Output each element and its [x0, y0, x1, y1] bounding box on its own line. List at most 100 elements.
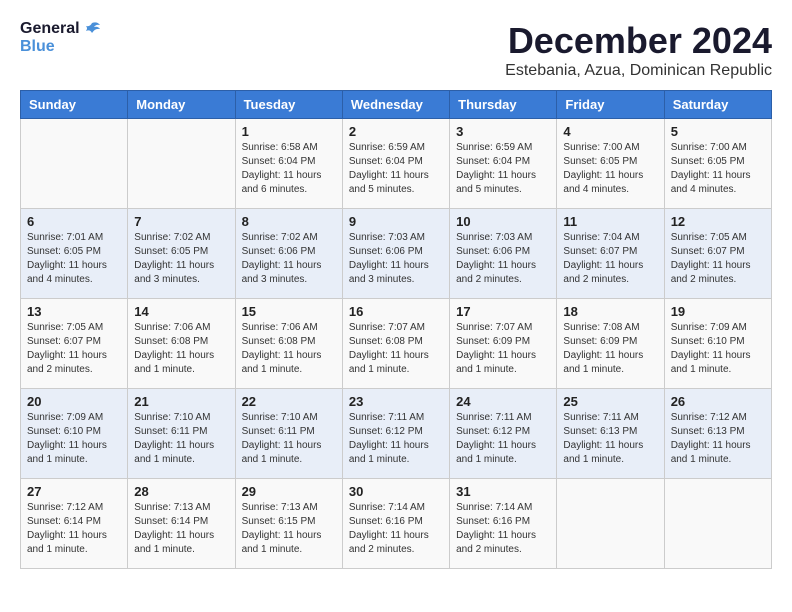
day-number: 12	[671, 214, 765, 229]
day-info: Sunrise: 7:14 AMSunset: 6:16 PMDaylight:…	[456, 501, 550, 557]
table-row: 14 Sunrise: 7:06 AMSunset: 6:08 PMDayligh…	[128, 299, 235, 389]
day-number: 30	[349, 484, 443, 499]
table-row: 17 Sunrise: 7:07 AMSunset: 6:09 PMDayligh…	[450, 299, 557, 389]
table-row: 8 Sunrise: 7:02 AMSunset: 6:06 PMDaylight…	[235, 209, 342, 299]
day-info: Sunrise: 7:10 AMSunset: 6:11 PMDaylight:…	[134, 411, 228, 467]
day-number: 24	[456, 394, 550, 409]
day-info: Sunrise: 7:01 AMSunset: 6:05 PMDaylight:…	[27, 231, 121, 287]
day-info: Sunrise: 7:03 AMSunset: 6:06 PMDaylight:…	[349, 231, 443, 287]
day-info: Sunrise: 7:00 AMSunset: 6:05 PMDaylight:…	[563, 141, 657, 197]
table-row: 5Sunrise: 7:00 AMSunset: 6:05 PMDaylight…	[664, 119, 771, 209]
day-number: 20	[27, 394, 121, 409]
day-info: Sunrise: 7:06 AMSunset: 6:08 PMDaylight:…	[242, 321, 336, 377]
day-info: Sunrise: 7:10 AMSunset: 6:11 PMDaylight:…	[242, 411, 336, 467]
day-info: Sunrise: 6:59 AMSunset: 6:04 PMDaylight:…	[349, 141, 443, 197]
day-number: 1	[242, 124, 336, 139]
day-info: Sunrise: 7:11 AMSunset: 6:12 PMDaylight:…	[456, 411, 550, 467]
table-row: 18Sunrise: 7:08 AMSunset: 6:09 PMDayligh…	[557, 299, 664, 389]
table-row: 7Sunrise: 7:02 AMSunset: 6:05 PMDaylight…	[128, 209, 235, 299]
table-row	[557, 479, 664, 569]
table-row: 31 Sunrise: 7:14 AMSunset: 6:16 PMDayligh…	[450, 479, 557, 569]
day-info: Sunrise: 7:12 AMSunset: 6:14 PMDaylight:…	[27, 501, 121, 557]
table-row: 27 Sunrise: 7:12 AMSunset: 6:14 PMDayligh…	[21, 479, 128, 569]
day-number: 9	[349, 214, 443, 229]
day-number: 13	[27, 304, 121, 319]
header: General Blue December 2024 Estebania, Az…	[20, 20, 772, 80]
table-row	[128, 119, 235, 209]
col-thursday: Thursday	[450, 91, 557, 119]
day-number: 5	[671, 124, 765, 139]
day-number: 2	[349, 124, 443, 139]
col-monday: Monday	[128, 91, 235, 119]
month-title: December 2024	[505, 20, 772, 62]
day-info: Sunrise: 7:13 AMSunset: 6:15 PMDaylight:…	[242, 501, 336, 557]
day-info: Sunrise: 7:13 AMSunset: 6:14 PMDaylight:…	[134, 501, 228, 557]
table-row: 12 Sunrise: 7:05 AMSunset: 6:07 PMDayligh…	[664, 209, 771, 299]
day-info: Sunrise: 7:05 AMSunset: 6:07 PMDaylight:…	[27, 321, 121, 377]
col-tuesday: Tuesday	[235, 91, 342, 119]
table-row: 20 Sunrise: 7:09 AMSunset: 6:10 PMDayligh…	[21, 389, 128, 479]
table-row	[21, 119, 128, 209]
table-row: 3 Sunrise: 6:59 AMSunset: 6:04 PMDaylight…	[450, 119, 557, 209]
logo-text-general: General	[20, 20, 80, 38]
subtitle: Estebania, Azua, Dominican Republic	[505, 62, 772, 80]
calendar-body: 1 Sunrise: 6:58 AMSunset: 6:04 PMDaylight…	[21, 119, 772, 569]
logo-container: General Blue	[20, 20, 102, 55]
day-number: 6	[27, 214, 121, 229]
day-number: 25	[563, 394, 657, 409]
day-number: 16	[349, 304, 443, 319]
col-wednesday: Wednesday	[342, 91, 449, 119]
table-row: 25 Sunrise: 7:11 AMSunset: 6:13 PMDayligh…	[557, 389, 664, 479]
day-number: 3	[456, 124, 550, 139]
day-number: 17	[456, 304, 550, 319]
logo-text-blue: Blue	[20, 38, 55, 56]
day-number: 8	[242, 214, 336, 229]
day-info: Sunrise: 6:59 AMSunset: 6:04 PMDaylight:…	[456, 141, 550, 197]
col-saturday: Saturday	[664, 91, 771, 119]
table-row: 15 Sunrise: 7:06 AMSunset: 6:08 PMDayligh…	[235, 299, 342, 389]
day-number: 31	[456, 484, 550, 499]
day-info: Sunrise: 7:02 AMSunset: 6:06 PMDaylight:…	[242, 231, 336, 287]
day-info: Sunrise: 7:05 AMSunset: 6:07 PMDaylight:…	[671, 231, 765, 287]
day-number: 14	[134, 304, 228, 319]
title-area: December 2024 Estebania, Azua, Dominican…	[505, 20, 772, 80]
day-number: 7	[134, 214, 228, 229]
table-row: 28 Sunrise: 7:13 AMSunset: 6:14 PMDayligh…	[128, 479, 235, 569]
logo-bird-icon	[82, 21, 102, 37]
day-number: 4	[563, 124, 657, 139]
day-info: Sunrise: 7:14 AMSunset: 6:16 PMDaylight:…	[349, 501, 443, 557]
table-row: 13 Sunrise: 7:05 AMSunset: 6:07 PMDayligh…	[21, 299, 128, 389]
day-number: 29	[242, 484, 336, 499]
table-row: 26Sunrise: 7:12 AMSunset: 6:13 PMDayligh…	[664, 389, 771, 479]
day-info: Sunrise: 7:04 AMSunset: 6:07 PMDaylight:…	[563, 231, 657, 287]
day-number: 18	[563, 304, 657, 319]
day-number: 15	[242, 304, 336, 319]
day-info: Sunrise: 7:11 AMSunset: 6:13 PMDaylight:…	[563, 411, 657, 467]
table-row: 9 Sunrise: 7:03 AMSunset: 6:06 PMDaylight…	[342, 209, 449, 299]
day-number: 28	[134, 484, 228, 499]
table-row: 21Sunrise: 7:10 AMSunset: 6:11 PMDayligh…	[128, 389, 235, 479]
table-row: 22Sunrise: 7:10 AMSunset: 6:11 PMDayligh…	[235, 389, 342, 479]
table-row: 11Sunrise: 7:04 AMSunset: 6:07 PMDayligh…	[557, 209, 664, 299]
day-info: Sunrise: 7:06 AMSunset: 6:08 PMDaylight:…	[134, 321, 228, 377]
day-number: 27	[27, 484, 121, 499]
table-row: 2 Sunrise: 6:59 AMSunset: 6:04 PMDaylight…	[342, 119, 449, 209]
day-info: Sunrise: 6:58 AMSunset: 6:04 PMDaylight:…	[242, 141, 336, 197]
calendar-table: Sunday Monday Tuesday Wednesday Thursday…	[20, 90, 772, 569]
header-row: Sunday Monday Tuesday Wednesday Thursday…	[21, 91, 772, 119]
day-info: Sunrise: 7:09 AMSunset: 6:10 PMDaylight:…	[27, 411, 121, 467]
table-row: 19Sunrise: 7:09 AMSunset: 6:10 PMDayligh…	[664, 299, 771, 389]
table-row: 29 Sunrise: 7:13 AMSunset: 6:15 PMDayligh…	[235, 479, 342, 569]
table-row	[664, 479, 771, 569]
day-number: 19	[671, 304, 765, 319]
day-info: Sunrise: 7:07 AMSunset: 6:08 PMDaylight:…	[349, 321, 443, 377]
calendar-week-2: 6 Sunrise: 7:01 AMSunset: 6:05 PMDaylight…	[21, 209, 772, 299]
table-row: 30 Sunrise: 7:14 AMSunset: 6:16 PMDayligh…	[342, 479, 449, 569]
table-row: 4 Sunrise: 7:00 AMSunset: 6:05 PMDaylight…	[557, 119, 664, 209]
day-info: Sunrise: 7:07 AMSunset: 6:09 PMDaylight:…	[456, 321, 550, 377]
table-row: 23Sunrise: 7:11 AMSunset: 6:12 PMDayligh…	[342, 389, 449, 479]
table-row: 1 Sunrise: 6:58 AMSunset: 6:04 PMDaylight…	[235, 119, 342, 209]
day-number: 26	[671, 394, 765, 409]
table-row: 24 Sunrise: 7:11 AMSunset: 6:12 PMDayligh…	[450, 389, 557, 479]
day-info: Sunrise: 7:11 AMSunset: 6:12 PMDaylight:…	[349, 411, 443, 467]
